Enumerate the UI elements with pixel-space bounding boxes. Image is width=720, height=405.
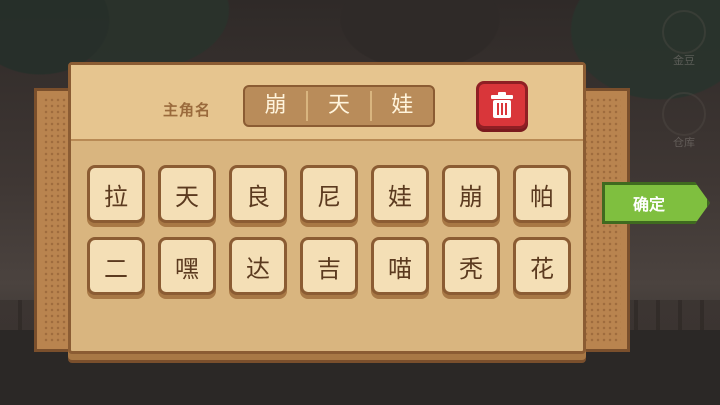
- char-tile[interactable]: 崩: [442, 165, 500, 223]
- side-menu-icon-1: [662, 10, 706, 54]
- confirm-button[interactable]: 确定: [602, 182, 710, 224]
- char-tile[interactable]: 嘿: [158, 237, 216, 295]
- char-tile[interactable]: 天: [158, 165, 216, 223]
- char-tile[interactable]: 尼: [300, 165, 358, 223]
- name-header: 主角名 崩 天 娃: [71, 65, 583, 141]
- name-dialog: 主角名 崩 天 娃 拉 天 良 尼 娃 崩 帕 二 嘿 达 吉 喵 秃 花: [68, 62, 586, 354]
- char-tile[interactable]: 良: [229, 165, 287, 223]
- char-tile[interactable]: 吉: [300, 237, 358, 295]
- trash-icon: [491, 92, 513, 118]
- side-menu-icon-2: [662, 92, 706, 136]
- char-tile[interactable]: 二: [87, 237, 145, 295]
- side-menu-label-1: 金豆: [673, 54, 695, 67]
- char-tile[interactable]: 花: [513, 237, 571, 295]
- character-grid: 拉 天 良 尼 娃 崩 帕 二 嘿 达 吉 喵 秃 花: [87, 165, 571, 295]
- name-input[interactable]: 崩 天 娃: [243, 85, 435, 127]
- name-slot-1[interactable]: 崩: [245, 91, 309, 121]
- side-menu-label-2: 仓库: [673, 136, 695, 149]
- name-label: 主角名: [163, 101, 212, 119]
- name-slot-2[interactable]: 天: [308, 91, 372, 121]
- char-tile[interactable]: 秃: [442, 237, 500, 295]
- char-tile[interactable]: 娃: [371, 165, 429, 223]
- char-tile[interactable]: 帕: [513, 165, 571, 223]
- delete-button[interactable]: [476, 81, 528, 129]
- char-tile[interactable]: 喵: [371, 237, 429, 295]
- char-tile[interactable]: 达: [229, 237, 287, 295]
- name-slot-3[interactable]: 娃: [372, 91, 433, 121]
- char-tile[interactable]: 拉: [87, 165, 145, 223]
